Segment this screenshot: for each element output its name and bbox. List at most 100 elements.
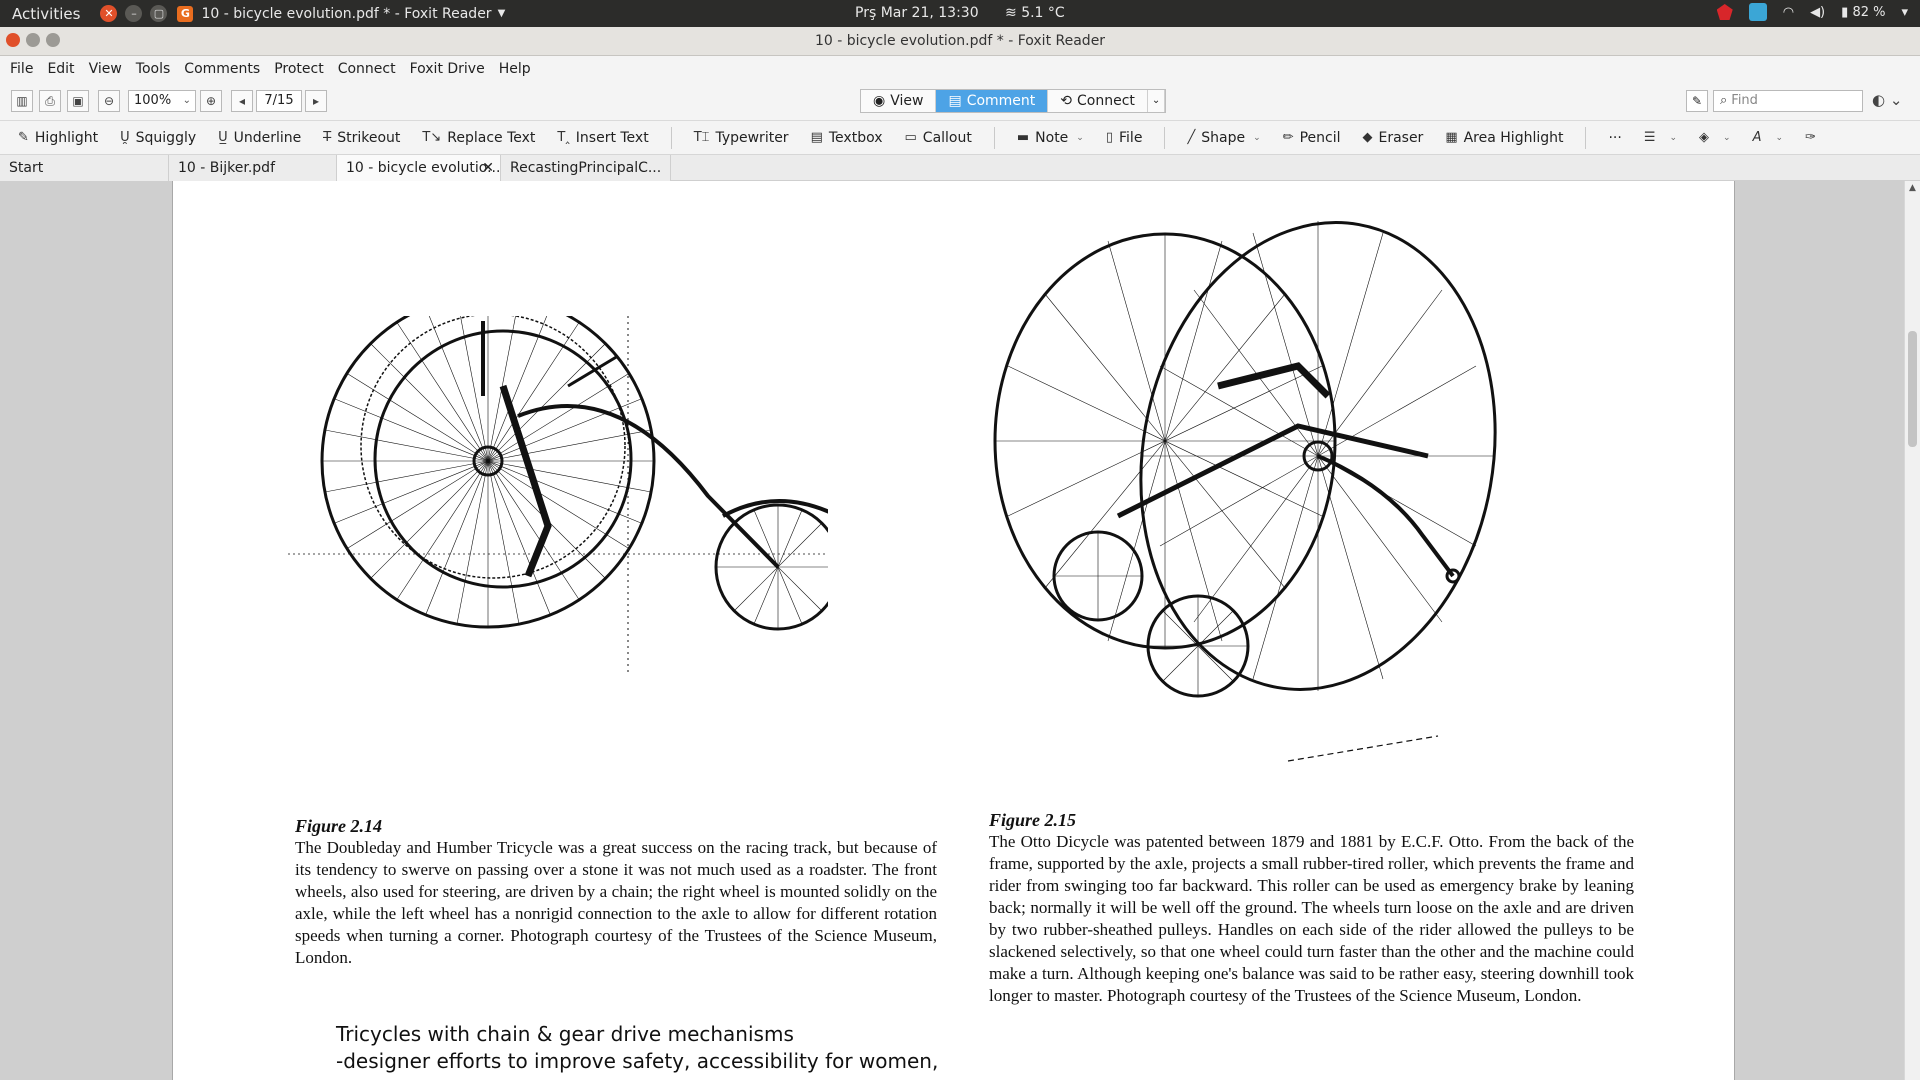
shape-tool[interactable]: ╱ Shape ⌄ [1187, 130, 1260, 146]
insert-text-tool[interactable]: T‸ Insert Text [557, 130, 648, 146]
typewriter-note[interactable]: Tricycles with chain & gear drive mechan… [336, 1021, 938, 1075]
app-menu[interactable]: G 10 - bicycle evolution.pdf * - Foxit R… [177, 5, 505, 22]
tab-start[interactable]: Start [0, 155, 169, 181]
comment-mode-button[interactable]: ▤ Comment [936, 90, 1049, 112]
find-input[interactable]: ⌕ Find [1713, 90, 1863, 112]
previous-page-icon[interactable]: ◂ [231, 90, 253, 112]
main-toolbar: ▥ ⎙ ▣ ⊖ 100% ⌄ ⊕ ◂ 7/15 ▸ ◉ View ▤ Comment … [0, 81, 1920, 121]
app-indicator-icon[interactable] [1716, 4, 1733, 20]
tab-recasting[interactable]: RecastingPrincipalC... [501, 155, 671, 181]
menu-tools[interactable]: Tools [136, 61, 171, 77]
scroll-up-icon[interactable]: ▲ [1909, 183, 1916, 193]
note-icon: ▬ [1016, 130, 1030, 145]
callout-tool[interactable]: ▭ Callout [905, 130, 972, 146]
textbox-icon: ▤ [810, 130, 823, 145]
weather-temp: 5.1 °C [1021, 5, 1065, 21]
system-top-bar: Activities ✕ – ▢ G 10 - bicycle evolutio… [0, 0, 1920, 27]
pin-tool[interactable]: ✑ [1805, 130, 1822, 145]
minimize-window-icon[interactable]: – [125, 5, 143, 22]
area-highlight-icon: ▦ [1445, 130, 1458, 145]
volume-icon[interactable]: ◀) [1810, 5, 1825, 20]
eye-icon: ◉ [873, 93, 886, 109]
squiggly-icon: U̯ [120, 130, 130, 145]
more-tools-button[interactable]: ··· [1608, 130, 1621, 146]
close-tab-icon[interactable]: ✕ [482, 155, 494, 181]
sidebar-toggle-icon[interactable]: ▥ [11, 90, 33, 112]
wifi-icon[interactable]: ◠ [1783, 5, 1794, 20]
font-icon: A [1752, 130, 1762, 145]
activities-button[interactable]: Activities [0, 5, 92, 23]
page-number-input[interactable]: 7/15 [256, 90, 302, 112]
save-icon[interactable]: ▣ [67, 90, 89, 112]
typewriter-tool[interactable]: T⌶ Typewriter [694, 130, 789, 146]
account-icon[interactable]: ◐ ⌄ [1872, 91, 1902, 109]
system-tray: ◠ ◀) ▮ 82 % ▾ [1716, 3, 1908, 21]
textbox-label: Textbox [828, 129, 883, 146]
tab-bijker[interactable]: 10 - Bijker.pdf [169, 155, 337, 181]
zoom-select[interactable]: 100% ⌄ [128, 90, 196, 112]
pin-icon: ✑ [1805, 130, 1816, 145]
print-icon[interactable]: ⎙ [39, 90, 61, 112]
line-weight-icon: ☰ [1643, 130, 1656, 145]
tricycle-figure-image [288, 316, 828, 676]
textbox-tool[interactable]: ▤ Textbox [811, 130, 883, 146]
menu-view[interactable]: View [89, 61, 122, 77]
highlight-tool[interactable]: ✎ Highlight [18, 130, 98, 146]
menu-protect[interactable]: Protect [274, 61, 324, 77]
menu-connect[interactable]: Connect [338, 61, 396, 77]
more-icon: ··· [1608, 129, 1622, 146]
figure-2-15-title: Figure 2.15 [989, 810, 1077, 830]
typewriter-label: Typewriter [715, 129, 789, 146]
window-minimize-button[interactable] [26, 33, 40, 47]
connect-mode-button[interactable]: ⟲ Connect [1048, 90, 1148, 112]
clock[interactable]: Prş Mar 21, 13:30 [855, 5, 979, 21]
close-window-icon[interactable]: ✕ [100, 5, 118, 22]
maximize-window-icon[interactable]: ▢ [150, 5, 168, 22]
view-mode-button[interactable]: ◉ View [861, 90, 937, 112]
dropbox-icon[interactable] [1748, 3, 1767, 21]
pdf-page[interactable]: Figure 2.14 The Doubleday and Humber Tri… [172, 181, 1735, 1080]
file-attach-tool[interactable]: ▯ File [1106, 130, 1143, 146]
note-line-1: Tricycles with chain & gear drive mechan… [336, 1022, 794, 1046]
weather-indicator[interactable]: ≋ 5.1 °C [1005, 5, 1065, 21]
font-tool[interactable]: A ⌄ [1753, 130, 1783, 145]
figure-2-15-text: The Otto Dicycle was patented between 18… [989, 832, 1634, 1005]
menu-bar: File Edit View Tools Comments Protect Co… [0, 56, 1920, 81]
chevron-down-icon: ⌄ [1723, 132, 1731, 143]
power-menu-icon[interactable]: ▾ [1901, 5, 1908, 20]
highlight-tool-icon[interactable]: ✎ [1686, 90, 1708, 112]
pencil-tool[interactable]: ✏ Pencil [1283, 130, 1341, 146]
scrollbar-thumb[interactable] [1908, 331, 1917, 447]
tab-bicycle-evolution[interactable]: 10 - bicycle evolutio... ✕ [337, 155, 501, 181]
zoom-in-icon[interactable]: ⊕ [200, 90, 222, 112]
underline-label: Underline [233, 129, 302, 146]
battery-indicator[interactable]: ▮ 82 % [1841, 5, 1885, 20]
menu-help[interactable]: Help [499, 61, 531, 77]
document-tabs: Start 10 - Bijker.pdf 10 - bicycle evolu… [0, 155, 1920, 181]
next-page-icon[interactable]: ▸ [305, 90, 327, 112]
vertical-scrollbar[interactable]: ▲ [1904, 181, 1920, 1080]
line-weight-tool[interactable]: ☰ ⌄ [1644, 130, 1677, 145]
menu-foxit-drive[interactable]: Foxit Drive [410, 61, 485, 77]
menu-comments[interactable]: Comments [184, 61, 260, 77]
window-maximize-button[interactable] [46, 33, 60, 47]
eraser-tool[interactable]: ◆ Eraser [1362, 130, 1423, 146]
squiggly-tool[interactable]: U̯ Squiggly [120, 130, 196, 146]
figure-2-14-text: The Doubleday and Humber Tricycle was a … [295, 838, 937, 967]
area-highlight-tool[interactable]: ▦ Area Highlight [1445, 130, 1563, 146]
window-close-button[interactable] [6, 33, 20, 47]
menu-edit[interactable]: Edit [47, 61, 74, 77]
file-icon: ▯ [1105, 130, 1113, 145]
mode-dropdown-icon[interactable]: ⌄ [1148, 90, 1166, 112]
menu-file[interactable]: File [10, 61, 33, 77]
callout-icon: ▭ [904, 130, 917, 145]
strikeout-tool[interactable]: T̶ Strikeout [323, 130, 400, 146]
zoom-out-icon[interactable]: ⊖ [98, 90, 120, 112]
underline-tool[interactable]: U̲ Underline [218, 130, 301, 146]
note-tool[interactable]: ▬ Note ⌄ [1017, 130, 1084, 146]
document-viewport[interactable]: Figure 2.14 The Doubleday and Humber Tri… [0, 181, 1920, 1080]
fill-color-tool[interactable]: ◈ ⌄ [1699, 130, 1731, 145]
replace-text-tool[interactable]: T↘ Replace Text [422, 130, 535, 146]
mode-switcher: ◉ View ▤ Comment ⟲ Connect ⌄ [860, 89, 1167, 113]
chevron-down-icon: ⌄ [182, 95, 191, 106]
